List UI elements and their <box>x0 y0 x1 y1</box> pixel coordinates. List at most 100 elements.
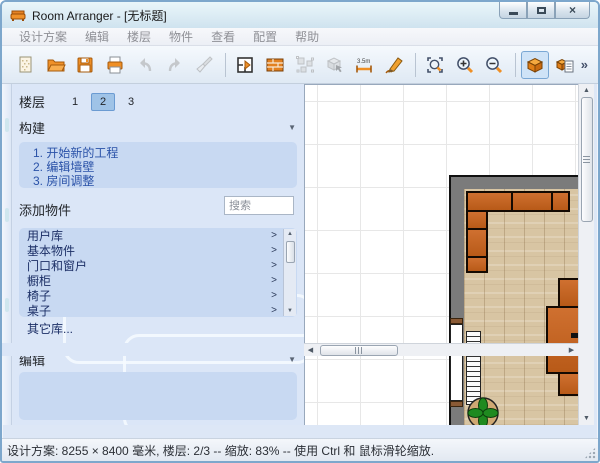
redo-button[interactable] <box>161 51 189 79</box>
library-scrollbar[interactable]: ▲ ▼ <box>283 229 296 316</box>
group-objects-button[interactable] <box>291 51 319 79</box>
new-document-icon <box>16 55 36 75</box>
vertical-scrollbar-thumb[interactable] <box>581 97 593 222</box>
object-properties-button[interactable] <box>551 51 579 79</box>
library-item-tables[interactable]: 桌子> <box>19 303 283 317</box>
vertical-scrollbar[interactable]: ▲ ▼ <box>578 84 594 425</box>
status-text: 设计方案: 8255 × 8400 毫米, 楼层: 2/3 -- 缩放: 83%… <box>7 442 434 459</box>
toolbar-overflow-chevron[interactable]: » <box>581 57 588 72</box>
menu-bar: 设计方案 编辑 楼层 物件 查看 配置 帮助 <box>2 28 598 46</box>
scrollbar-corner <box>578 343 594 356</box>
view-3d-button[interactable] <box>521 51 549 79</box>
floor-plan-icon <box>235 55 255 75</box>
chair[interactable] <box>558 278 578 308</box>
scroll-down-icon[interactable]: ▼ <box>579 412 594 425</box>
print-icon <box>105 55 125 75</box>
zoom-out-button[interactable] <box>480 51 508 79</box>
horizontal-scrollbar-thumb[interactable] <box>320 345 398 356</box>
resize-grip[interactable] <box>584 447 596 459</box>
pick-object-button[interactable] <box>321 51 349 79</box>
scroll-up-icon[interactable]: ▲ <box>579 84 594 97</box>
library-scrollbar-thumb[interactable] <box>286 241 295 263</box>
chevron-right-icon: > <box>271 275 277 286</box>
object-cursor-icon <box>325 55 345 75</box>
menu-view[interactable]: 查看 <box>202 28 244 45</box>
floor-selector: 楼层 1 2 3 <box>19 92 143 111</box>
window-sill[interactable] <box>450 401 463 407</box>
search-input[interactable] <box>224 196 294 215</box>
collapse-triangle-icon[interactable]: ▼ <box>288 123 296 132</box>
measure-ruler-icon: 3.5m <box>354 55 374 75</box>
title-bar: Room Arranger - [无标题] × <box>2 2 598 28</box>
maximize-button[interactable] <box>527 2 555 19</box>
menu-options[interactable]: 配置 <box>244 28 286 45</box>
toolbar-separator <box>415 53 416 77</box>
pencil-icon <box>384 55 404 75</box>
library-item-basic[interactable]: 基本物件> <box>19 243 283 258</box>
menu-help[interactable]: 帮助 <box>286 28 328 45</box>
draw-button[interactable] <box>380 51 408 79</box>
floor-button-1[interactable]: 1 <box>63 93 87 111</box>
panel-splitter[interactable] <box>2 84 12 425</box>
cabinet[interactable] <box>466 191 513 212</box>
scroll-down-icon[interactable]: ▼ <box>287 306 293 316</box>
close-icon: × <box>569 3 576 17</box>
print-button[interactable] <box>101 51 129 79</box>
minimize-button[interactable] <box>499 2 527 19</box>
measure-button[interactable]: 3.5m <box>350 51 378 79</box>
floor-plan-button[interactable] <box>231 51 259 79</box>
floorplan-canvas[interactable] <box>304 84 578 425</box>
step-new-project[interactable]: 1. 开始新的工程 <box>33 146 297 160</box>
menu-objects[interactable]: 物件 <box>160 28 202 45</box>
app-logo-sofa-icon <box>10 9 26 22</box>
open-button[interactable] <box>42 51 70 79</box>
scroll-left-icon[interactable]: ◀ <box>304 344 317 356</box>
horizontal-scrollbar[interactable]: ◀ ▶ <box>304 343 578 356</box>
floor-button-2[interactable]: 2 <box>91 93 115 111</box>
object-list-icon <box>555 55 575 75</box>
format-brush-button[interactable] <box>191 51 219 79</box>
save-button[interactable] <box>72 51 100 79</box>
scroll-up-icon[interactable]: ▲ <box>287 229 293 239</box>
cabinet[interactable] <box>466 210 488 230</box>
table[interactable] <box>546 306 578 374</box>
close-button[interactable]: × <box>555 2 590 19</box>
zoom-in-button[interactable] <box>451 51 479 79</box>
step-edit-walls[interactable]: 2. 编辑墙壁 <box>33 160 297 174</box>
add-objects-label: 添加物件 <box>19 200 71 219</box>
zoom-fit-icon <box>425 55 445 75</box>
library-item-user[interactable]: 用户库> <box>19 228 283 243</box>
library-item-doors-windows[interactable]: 门口和窗户> <box>19 258 283 273</box>
plant-icon <box>466 396 500 425</box>
zoom-fit-button[interactable] <box>421 51 449 79</box>
plant[interactable] <box>466 396 500 425</box>
menu-edit[interactable]: 编辑 <box>76 28 118 45</box>
library-item-cabinets[interactable]: 橱柜> <box>19 273 283 288</box>
scroll-right-icon[interactable]: ▶ <box>565 344 578 356</box>
cabinet[interactable] <box>511 191 553 212</box>
cabinet[interactable] <box>466 228 488 258</box>
step-room-adjust[interactable]: 3. 房间调整 <box>33 174 297 188</box>
thumb-grip <box>583 156 590 163</box>
svg-text:3.5m: 3.5m <box>357 59 370 65</box>
collapse-triangle-icon[interactable]: ▼ <box>288 355 296 364</box>
floor-button-3[interactable]: 3 <box>119 93 143 111</box>
undo-button[interactable] <box>131 51 159 79</box>
other-libraries-link[interactable]: 其它库... <box>27 320 73 337</box>
chevron-right-icon: > <box>271 260 277 271</box>
cabinet[interactable] <box>551 191 570 212</box>
wall-window[interactable] <box>450 324 463 401</box>
menu-floors[interactable]: 楼层 <box>118 28 160 45</box>
wall-tool-button[interactable] <box>261 51 289 79</box>
cabinet[interactable] <box>466 256 488 273</box>
library-item-chairs[interactable]: 椅子> <box>19 288 283 303</box>
chair[interactable] <box>558 372 578 396</box>
paint-brush-icon <box>194 55 214 75</box>
app-window: Room Arranger - [无标题] × 设计方案 编辑 楼层 物件 查看… <box>0 0 600 463</box>
build-section-header[interactable]: 构建 ▼ <box>19 118 296 137</box>
toolbar-separator <box>515 53 516 77</box>
menu-design[interactable]: 设计方案 <box>10 28 76 45</box>
floors-label: 楼层 <box>19 92 45 111</box>
table-handle <box>571 333 578 338</box>
new-project-button[interactable] <box>12 51 40 79</box>
